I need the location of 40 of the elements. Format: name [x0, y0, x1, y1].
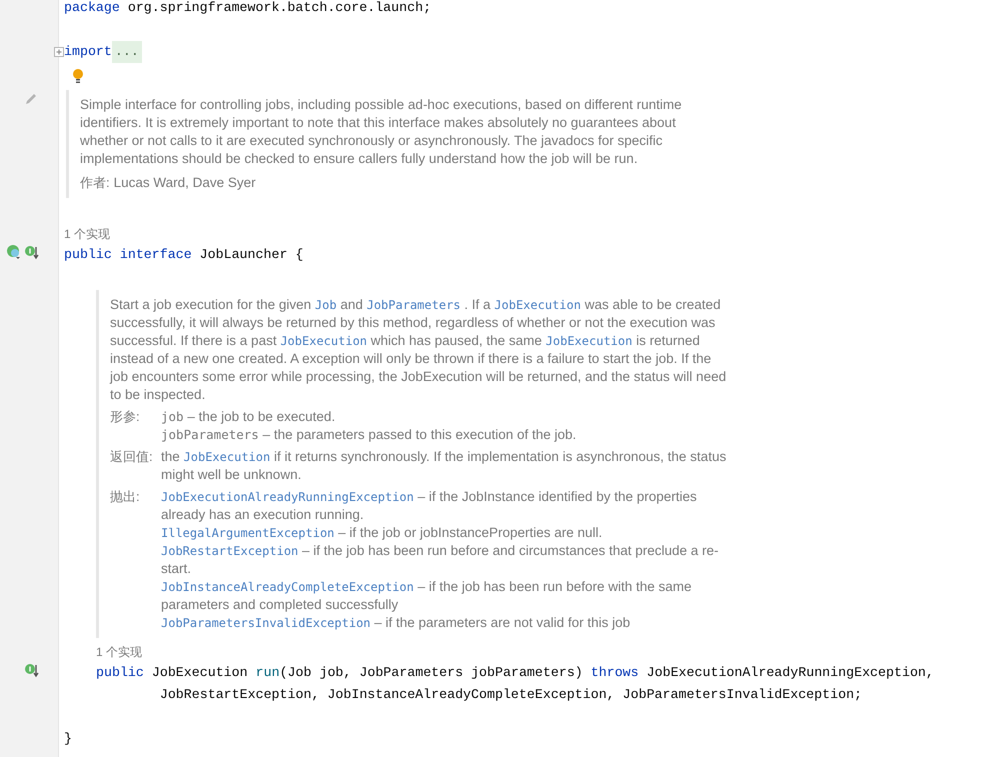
- implementations-hint[interactable]: 1 个实现: [64, 224, 110, 244]
- overridden-marker-icon[interactable]: [24, 662, 40, 678]
- doc-paragraph: Simple interface for controlling jobs, including possible ad-hoc executions, based on different runtime identifiers. It is extremely important to note that this interface makes absolutely no guarantees about whether or not calls to it are executed synchronously or asynchronously. The javadocs for specific implementations should be checked to ensure callers fully understand how the job will be run.: [80, 96, 683, 168]
- code-keyword: import: [64, 43, 112, 61]
- code-line: package org.springframework.batch.core.launch;: [64, 0, 432, 17]
- code-link[interactable]: JobExecution: [546, 334, 632, 348]
- code-link[interactable]: IllegalArgumentException: [161, 526, 334, 540]
- code-line: public JobExecution run(Job job, JobParameters jobParameters) throws JobExecutionAlreadyRunningException,: [96, 664, 934, 682]
- code-line: public interface JobLauncher {: [64, 246, 304, 264]
- tag-label: 抛出:: [110, 488, 141, 506]
- tag-label: 返回值:: [110, 448, 154, 466]
- code-link[interactable]: JobExecutionAlreadyRunningException: [161, 490, 414, 504]
- code-link[interactable]: JobInstanceAlreadyCompleteException: [161, 580, 414, 594]
- tag-label: 作者:: [80, 174, 110, 192]
- code-link[interactable]: JobParametersInvalidException: [161, 616, 371, 630]
- lightbulb-icon[interactable]: [72, 68, 84, 84]
- tag-label: 形参:: [110, 408, 141, 426]
- tag-description: JobInstanceAlreadyCompleteException – if the job has been run before with the same parameters and completed successfully: [161, 578, 693, 614]
- tag-description: JobParametersInvalidException – if the parameters are not valid for this job: [161, 614, 632, 632]
- tag-description: IllegalArgumentException – if the job or jobInstanceProperties are null.: [161, 524, 604, 542]
- code-link[interactable]: JobParameters: [366, 298, 461, 312]
- tag-description: Lucas Ward, Dave Syer: [114, 174, 257, 192]
- tag-description: job – the job to be executed.: [161, 408, 336, 426]
- code-link[interactable]: Job: [314, 298, 337, 312]
- code-line: JobRestartException, JobInstanceAlreadyCompleteException, JobParametersInvalidException;: [158, 686, 862, 704]
- fold-toggle-icon[interactable]: [54, 47, 64, 57]
- tag-description: JobRestartException – if the job has been run before and circumstances that preclude a re-start.: [161, 542, 720, 578]
- doc-paragraph: Start a job execution for the given Job and JobParameters . If a JobExecution was able to be created successfully, it will always be returned by this method, regardless of whether or not the execution was successful. If there is a past JobExecution which has paused, the same JobExecution is returned instead of a new one created. A exception will only be thrown if there is a failure to start the job. If the job encounters some error while processing, the JobExecution will be returned, and the status will need to be inspected.: [110, 296, 728, 404]
- tag-description: jobParameters – the parameters passed to this execution of the job.: [161, 426, 578, 444]
- code-link[interactable]: JobExecution: [494, 298, 581, 312]
- tag-description: the JobExecution if it returns synchronously. If the implementation is asynchronous, the status might well be unknown.: [161, 448, 728, 484]
- code-link[interactable]: JobExecution: [184, 450, 270, 464]
- code-link[interactable]: JobExecution: [280, 334, 368, 348]
- implemented-marker-icon[interactable]: [6, 244, 22, 260]
- code-line: }: [64, 730, 72, 748]
- folded-code-button[interactable]: ...: [112, 41, 142, 63]
- tag-description: JobExecutionAlreadyRunningException – if the JobInstance identified by the properties already has an execution running.: [161, 488, 698, 524]
- implementations-hint[interactable]: 1 个实现: [96, 642, 142, 662]
- code-link[interactable]: JobRestartException: [161, 544, 298, 558]
- overridden-marker-icon[interactable]: [24, 244, 40, 260]
